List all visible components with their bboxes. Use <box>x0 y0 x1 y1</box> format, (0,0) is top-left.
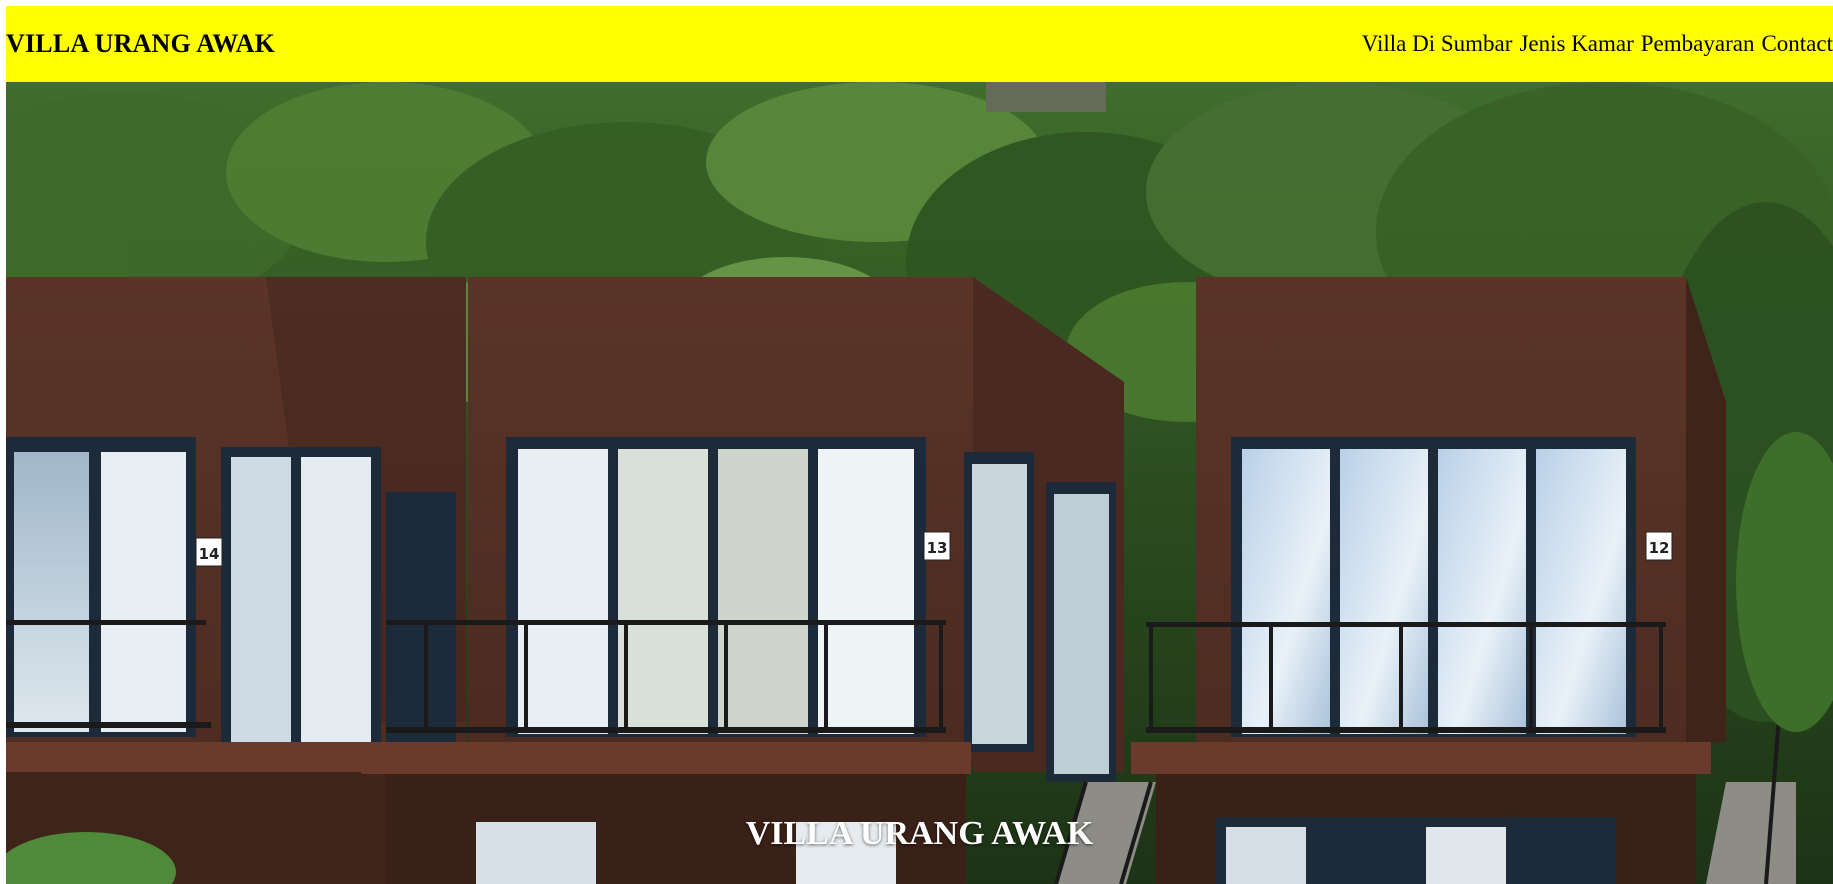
nav-link-villa-di-sumbar[interactable]: Villa Di Sumbar <box>1362 31 1513 57</box>
hero-title: VILLA URANG AWAK <box>745 815 1094 852</box>
site-brand[interactable]: VILLA URANG AWAK <box>6 29 275 59</box>
nav-link-contact[interactable]: Contact <box>1761 31 1833 57</box>
hero-photo: 14 13 12 <box>6 82 1833 884</box>
hero-section: 14 13 12 VILLA URANG AWAK <box>6 82 1833 884</box>
nav-link-jenis-kamar[interactable]: Jenis Kamar <box>1519 31 1633 57</box>
top-navbar: VILLA URANG AWAK Villa Di Sumbar Jenis K… <box>6 6 1833 82</box>
main-nav: Villa Di Sumbar Jenis Kamar Pembayaran C… <box>1362 31 1833 57</box>
nav-link-pembayaran[interactable]: Pembayaran <box>1641 31 1755 57</box>
villa-12: 12 <box>1131 277 1726 884</box>
villa-number-14: 14 <box>199 545 220 563</box>
villa-number-12: 12 <box>1649 539 1670 557</box>
villa-number-13: 13 <box>927 539 948 557</box>
page: VILLA URANG AWAK Villa Di Sumbar Jenis K… <box>6 6 1833 884</box>
